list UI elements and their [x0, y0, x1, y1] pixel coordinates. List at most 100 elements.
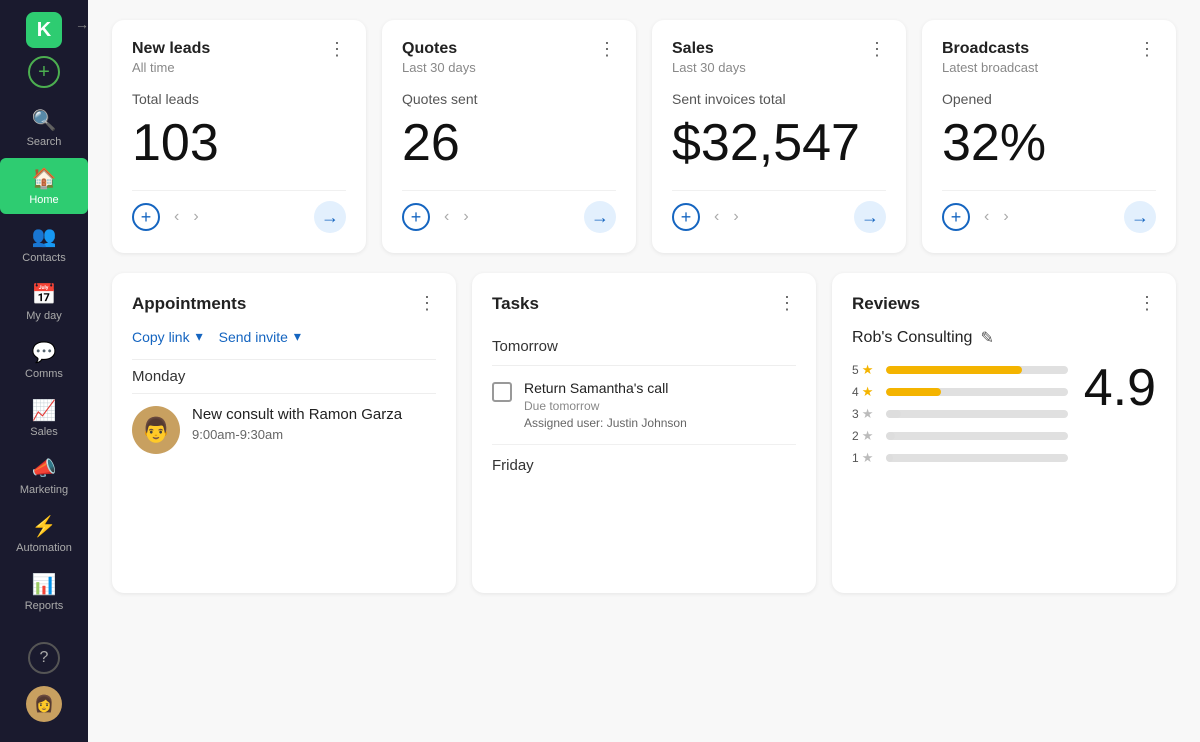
appt-actions: Copy link ▾ Send invite ▾	[132, 328, 436, 345]
metric-add-button-0[interactable]: +	[132, 203, 160, 231]
metric-prev-button-0[interactable]: ‹	[170, 206, 183, 228]
review-star-number-3: 3	[852, 407, 859, 421]
sidebar-item-marketing[interactable]: 📣Marketing	[0, 448, 88, 504]
metric-label-2: Sent invoices total	[672, 91, 886, 107]
user-avatar[interactable]: 👩	[26, 686, 62, 722]
metric-nav-0: ‹ ›	[170, 206, 203, 228]
metric-menu-button-1[interactable]: ⋮	[598, 40, 616, 58]
copy-link-label: Copy link	[132, 329, 190, 345]
tasks-header: Tasks ⋮	[492, 293, 796, 314]
metric-prev-button-2[interactable]: ‹	[710, 206, 723, 228]
review-bar-bg-1	[886, 454, 1068, 462]
metric-next-button-0[interactable]: ›	[189, 206, 202, 228]
metric-header-1: Quotes Last 30 days ⋮	[402, 40, 616, 75]
metric-menu-button-0[interactable]: ⋮	[328, 40, 346, 58]
sidebar-item-search[interactable]: 🔍Search	[0, 100, 88, 156]
metric-title-1: Quotes	[402, 40, 476, 58]
review-star-icon-2: ★	[862, 428, 874, 444]
tasks-menu-button[interactable]: ⋮	[778, 293, 796, 314]
reviews-edit-icon[interactable]: ✎	[980, 328, 993, 348]
sidebar-item-label: My day	[26, 310, 61, 322]
reviews-content: 5 ★ 4 ★ 3 ★ 2 ★ 1 ★	[852, 362, 1156, 466]
metric-subtitle-2: Last 30 days	[672, 60, 746, 75]
main-content: New leads All time ⋮ Total leads 103 + ‹…	[88, 0, 1200, 742]
metric-arrow-button-1[interactable]: →	[584, 201, 616, 233]
contacts-icon: 👥	[32, 224, 57, 249]
metric-value-1: 26	[402, 115, 616, 172]
reviews-business: Rob's Consulting ✎	[852, 328, 1156, 348]
metric-arrow-button-0[interactable]: →	[314, 201, 346, 233]
metric-header-3: Broadcasts Latest broadcast ⋮	[942, 40, 1156, 75]
reviews-bars: 5 ★ 4 ★ 3 ★ 2 ★ 1 ★	[852, 362, 1068, 466]
metric-footer-0: + ‹ › →	[132, 190, 346, 233]
home-icon: 🏠	[32, 166, 57, 191]
sidebar-item-comms[interactable]: 💬Comms	[0, 332, 88, 388]
appointments-title: Appointments	[132, 294, 246, 314]
review-bar-fill-2	[886, 432, 895, 440]
metric-nav-3: ‹ ›	[980, 206, 1013, 228]
review-bar-row-3: 3 ★	[852, 406, 1068, 422]
appointment-time: 9:00am-9:30am	[192, 427, 402, 442]
metric-add-button-2[interactable]: +	[672, 203, 700, 231]
sidebar-item-myday[interactable]: 📅My day	[0, 274, 88, 330]
metric-title-3: Broadcasts	[942, 40, 1038, 58]
appointments-menu-button[interactable]: ⋮	[418, 293, 436, 314]
metric-prev-button-3[interactable]: ‹	[980, 206, 993, 228]
metric-footer-3: + ‹ › →	[942, 190, 1156, 233]
review-star-icon-4: ★	[862, 384, 874, 400]
metric-arrow-button-2[interactable]: →	[854, 201, 886, 233]
metric-next-button-2[interactable]: ›	[729, 206, 742, 228]
metric-next-button-1[interactable]: ›	[459, 206, 472, 228]
task-assigned-0-0: Assigned user: Justin Johnson	[524, 416, 687, 430]
metric-subtitle-1: Last 30 days	[402, 60, 476, 75]
sidebar-item-automation[interactable]: ⚡Automation	[0, 506, 88, 562]
task-name-0-0: Return Samantha's call	[524, 380, 687, 396]
appointment-item: 👨 New consult with Ramon Garza 9:00am-9:…	[132, 406, 436, 454]
metric-menu-button-2[interactable]: ⋮	[868, 40, 886, 58]
collapse-sidebar-button[interactable]: →	[75, 16, 89, 32]
sidebar-item-sales[interactable]: 📈Sales	[0, 390, 88, 446]
review-star-label-5: 5 ★	[852, 362, 880, 378]
copy-link-chevron-icon: ▾	[196, 328, 203, 345]
add-button[interactable]: +	[28, 56, 60, 88]
sidebar-item-contacts[interactable]: 👥Contacts	[0, 216, 88, 272]
metric-next-button-3[interactable]: ›	[999, 206, 1012, 228]
send-invite-chevron-icon: ▾	[294, 328, 301, 345]
review-bar-bg-4	[886, 388, 1068, 396]
sidebar-item-label: Marketing	[20, 484, 68, 496]
metric-value-3: 32%	[942, 115, 1156, 172]
metric-arrow-button-3[interactable]: →	[1124, 201, 1156, 233]
reports-icon: 📊	[32, 572, 57, 597]
metric-nav-1: ‹ ›	[440, 206, 473, 228]
sidebar-item-home[interactable]: 🏠Home	[0, 158, 88, 214]
metric-add-button-3[interactable]: +	[942, 203, 970, 231]
review-star-label-1: 1 ★	[852, 450, 880, 466]
sidebar-item-reports[interactable]: 📊 Reports	[0, 564, 88, 620]
metric-header-0: New leads All time ⋮	[132, 40, 346, 75]
review-bar-bg-5	[886, 366, 1068, 374]
send-invite-button[interactable]: Send invite ▾	[219, 328, 301, 345]
task-checkbox-0-0[interactable]	[492, 382, 512, 402]
reviews-menu-button[interactable]: ⋮	[1138, 293, 1156, 314]
tasks-panel: Tasks ⋮ Tomorrow Return Samantha's call …	[472, 273, 816, 593]
metric-nav-2: ‹ ›	[710, 206, 743, 228]
appointment-info: New consult with Ramon Garza 9:00am-9:30…	[192, 406, 402, 442]
reviews-panel: Reviews ⋮ Rob's Consulting ✎ 5 ★ 4 ★	[832, 273, 1176, 593]
review-bar-row-2: 2 ★	[852, 428, 1068, 444]
send-invite-label: Send invite	[219, 329, 288, 345]
review-bar-fill-4	[886, 388, 941, 396]
review-bar-fill-3	[886, 410, 901, 418]
metric-menu-button-3[interactable]: ⋮	[1138, 40, 1156, 58]
copy-link-button[interactable]: Copy link ▾	[132, 328, 203, 345]
sidebar-item-label: Comms	[25, 368, 63, 380]
search-icon: 🔍	[32, 108, 57, 133]
review-star-label-3: 3 ★	[852, 406, 880, 422]
tasks-sections: Tomorrow Return Samantha's call Due tomo…	[492, 328, 796, 474]
metric-prev-button-1[interactable]: ‹	[440, 206, 453, 228]
help-button[interactable]: ?	[28, 642, 60, 674]
metric-add-button-1[interactable]: +	[402, 203, 430, 231]
metric-label-1: Quotes sent	[402, 91, 616, 107]
sidebar-bottom: ? 👩	[26, 642, 62, 730]
sidebar-item-label: Reports	[25, 600, 64, 612]
reviews-score: 4.9	[1084, 362, 1156, 414]
